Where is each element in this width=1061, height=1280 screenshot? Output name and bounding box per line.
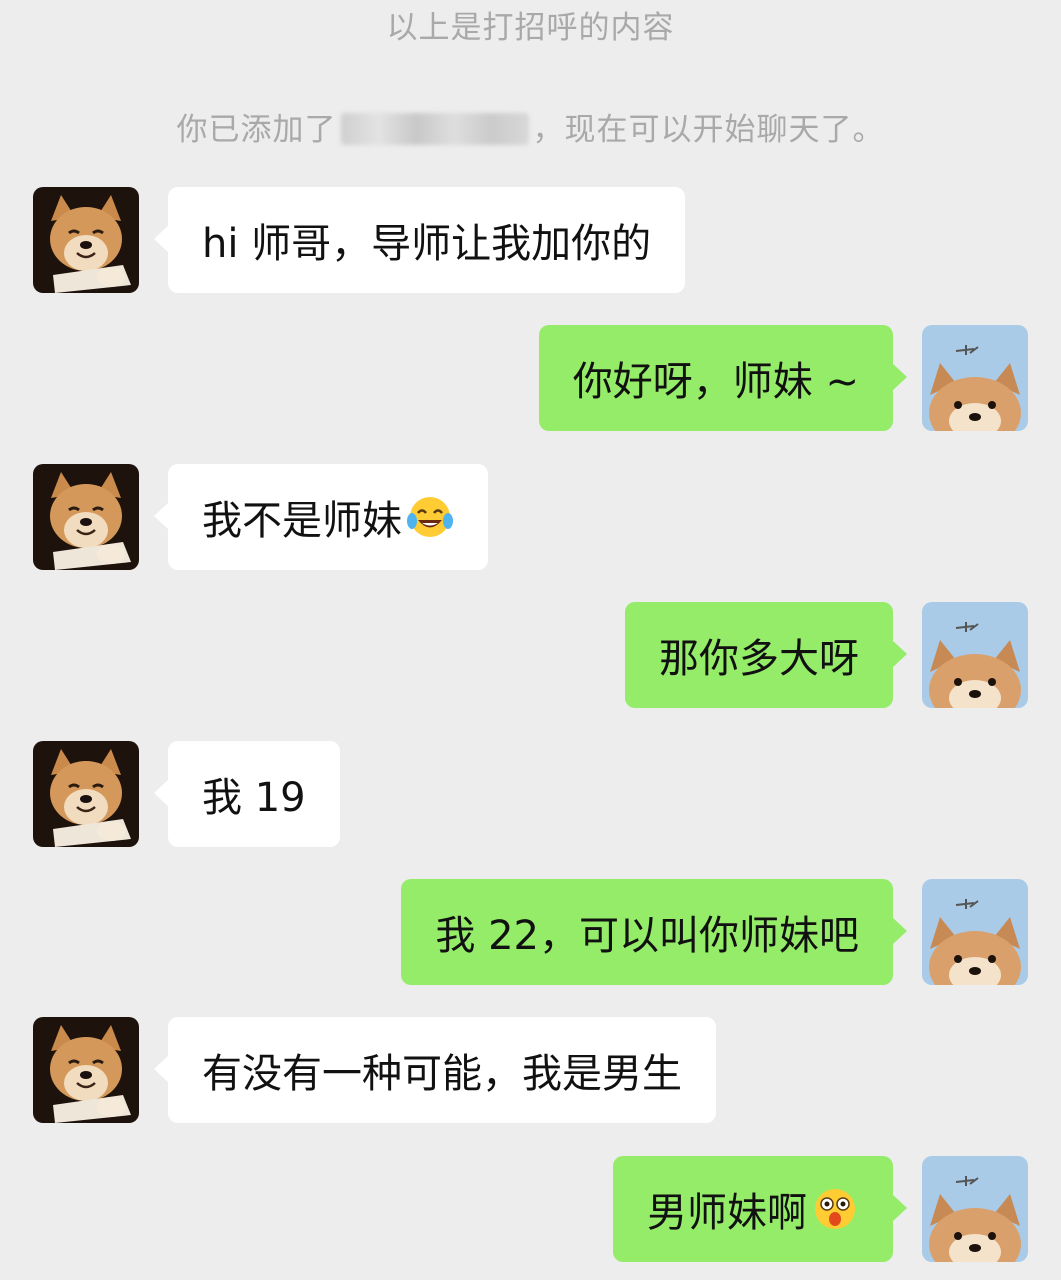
shiba-smiling-avatar-icon: [33, 187, 139, 293]
message-text: 我 19: [202, 775, 306, 821]
message-bubble-incoming[interactable]: 我 19: [154, 741, 340, 847]
system-message-added: 你已添加了 ，现在可以开始聊天了。: [0, 104, 1061, 149]
shiba-peeking-avatar-icon: [922, 879, 1028, 985]
laughing-tears-emoji-icon: [406, 493, 454, 541]
shocked-face-emoji-icon: [811, 1185, 859, 1233]
contact-avatar[interactable]: [33, 464, 139, 570]
message-bubble-incoming[interactable]: hi 师哥，导师让我加你的: [153, 187, 686, 293]
message-text: 男师妹啊: [647, 1190, 807, 1236]
shiba-smiling-avatar-icon: [33, 464, 139, 570]
system-message-added-prefix: 你已添加了: [176, 112, 337, 148]
system-message-greeting-text: 以上是打招呼的内容: [386, 10, 675, 46]
shiba-peeking-avatar-icon: [922, 325, 1028, 431]
contact-avatar[interactable]: [33, 741, 139, 847]
message-text: 那你多大呀: [659, 636, 859, 682]
message-bubble-outgoing[interactable]: 男师妹啊: [613, 1156, 907, 1262]
shiba-smiling-avatar-icon: [33, 1017, 139, 1123]
shiba-peeking-avatar-icon: [922, 602, 1028, 708]
message-text: 我 22，可以叫你师妹吧: [435, 913, 859, 959]
message-bubble-incoming[interactable]: 我不是师妹: [154, 464, 488, 570]
my-avatar[interactable]: [922, 602, 1028, 708]
message-text: 有没有一种可能，我是男生: [202, 1051, 682, 1097]
message-bubble-incoming[interactable]: 有没有一种可能，我是男生: [154, 1017, 716, 1123]
contact-avatar[interactable]: [33, 187, 139, 293]
my-avatar[interactable]: [922, 879, 1028, 985]
my-avatar[interactable]: [922, 1156, 1028, 1262]
message-text: 我不是师妹: [202, 498, 402, 544]
message-bubble-outgoing[interactable]: 那你多大呀: [625, 602, 907, 708]
message-bubble-outgoing[interactable]: 我 22，可以叫你师妹吧: [401, 879, 907, 985]
message-text: 你好呀，师妹 ~: [572, 359, 859, 405]
my-avatar[interactable]: [922, 325, 1028, 431]
redacted-contact-name: [340, 113, 529, 145]
system-message-added-suffix: ，现在可以开始聊天了。: [532, 112, 885, 148]
shiba-peeking-avatar-icon: [922, 1156, 1028, 1262]
shiba-smiling-avatar-icon: [33, 741, 139, 847]
system-message-greeting: 以上是打招呼的内容: [0, 2, 1061, 47]
message-text: hi 师哥，导师让我加你的: [202, 221, 652, 267]
message-bubble-outgoing[interactable]: 你好呀，师妹 ~: [538, 325, 908, 431]
contact-avatar[interactable]: [33, 1017, 139, 1123]
